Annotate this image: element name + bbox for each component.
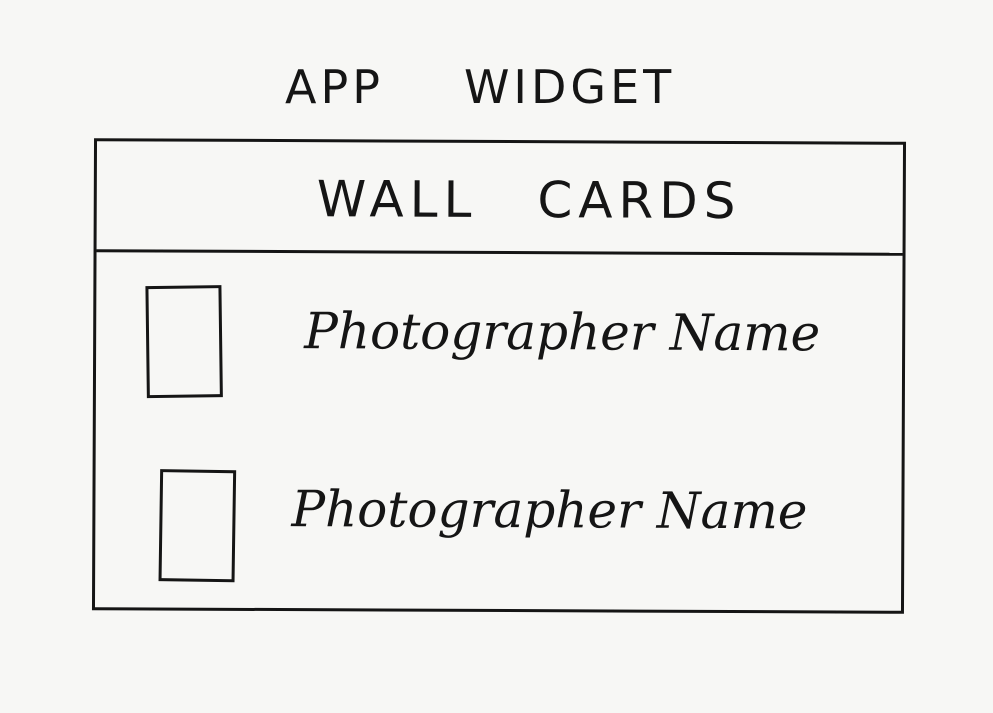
widget-title-word-wall: WALL — [316, 170, 478, 229]
photographer-name: Photographer Name — [291, 480, 808, 541]
caption-word-app: APP — [285, 60, 384, 114]
list-item[interactable]: Photographer Name — [95, 463, 902, 597]
photo-thumbnail[interactable] — [158, 469, 237, 583]
widget-title-word-cards: CARDS — [537, 171, 742, 231]
widget-header: WALL CARDS — [96, 141, 904, 256]
app-widget[interactable]: WALL CARDS Photographer Name Photographer… — [91, 138, 907, 614]
caption-word-widget: WIDGET — [463, 60, 676, 114]
widget-title: WALL CARDS — [317, 170, 742, 230]
photographer-name: Photographer Name — [304, 302, 821, 363]
sketch-caption: APP WIDGET — [285, 60, 675, 114]
photo-thumbnail[interactable] — [145, 285, 223, 399]
list-item[interactable]: Photographer Name — [96, 281, 903, 415]
